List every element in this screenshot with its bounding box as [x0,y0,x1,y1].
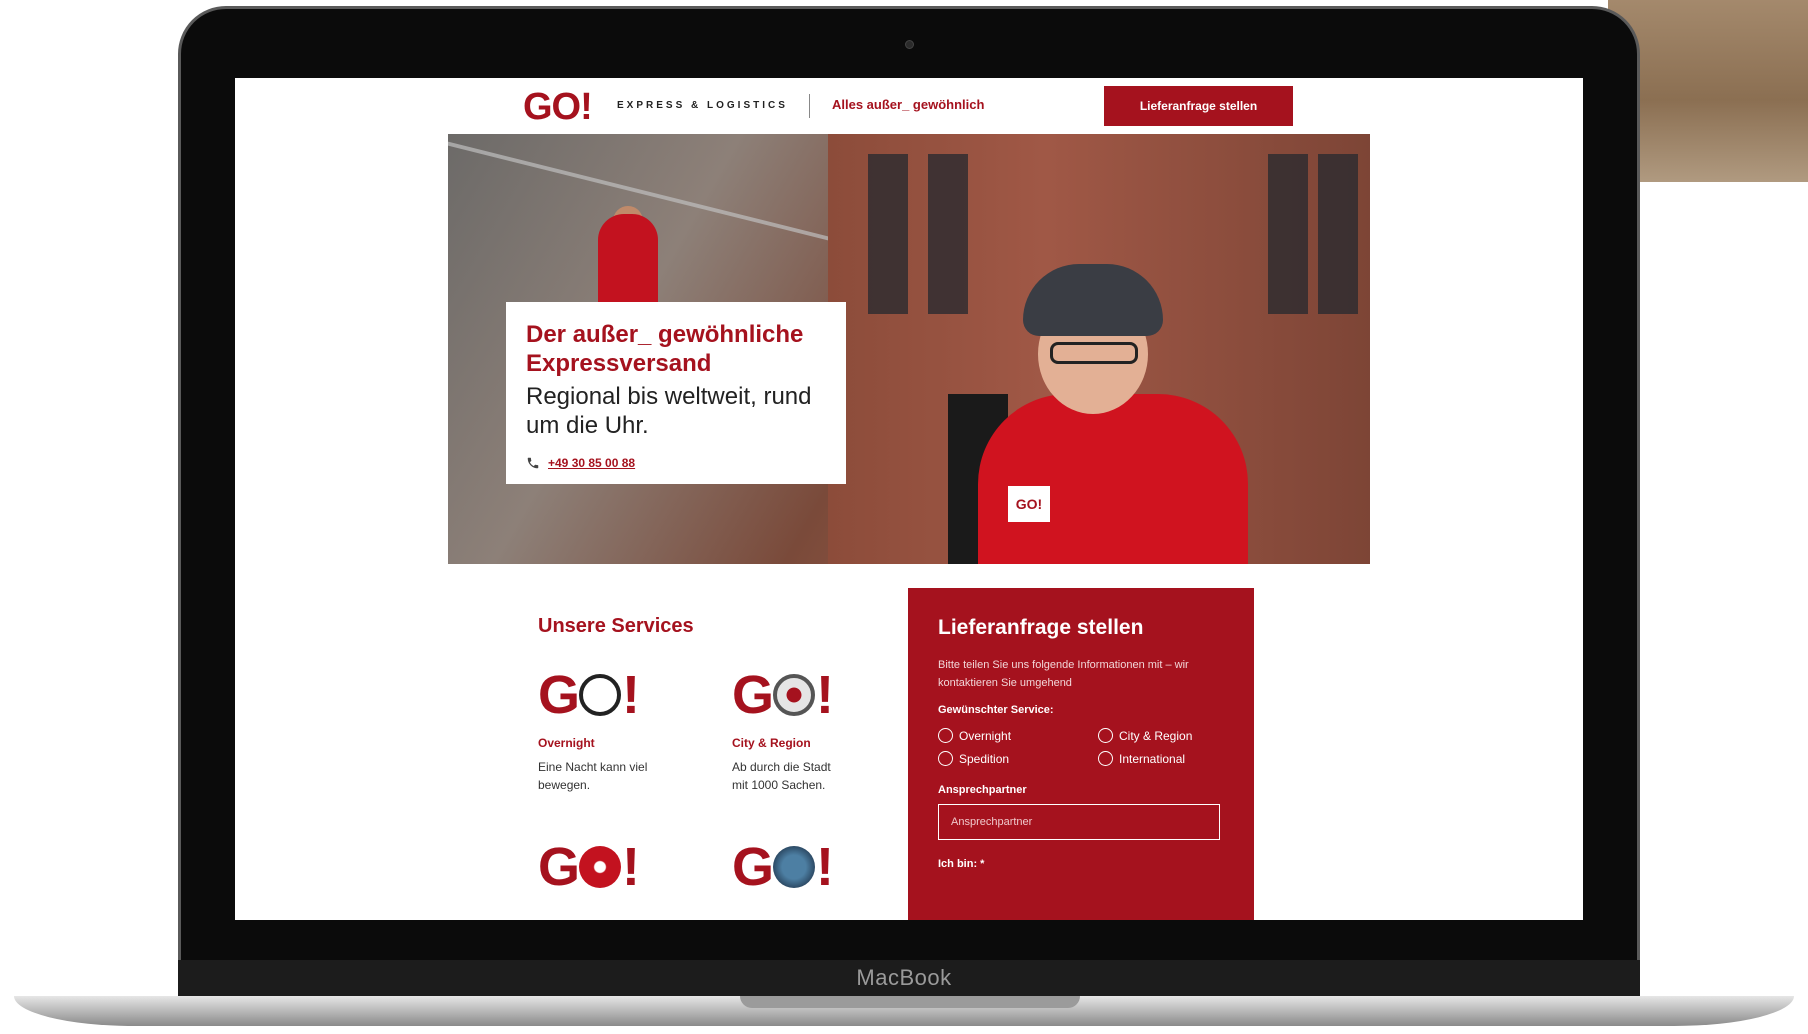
service-name: City & Region [732,736,811,750]
hero-phone-row: +49 30 85 00 88 [526,456,826,470]
glasses-icon [1050,342,1138,364]
contact-input[interactable] [938,804,1220,840]
delivery-request-form: Lieferanfrage stellen Bitte teilen Sie u… [908,588,1254,920]
service-logo: G! [732,837,834,897]
courier-jacket [978,394,1248,564]
stopwatch-icon [773,674,816,716]
header-tagline: Alles außer_ gewöhnlich [832,97,985,112]
radio-international[interactable]: International [1098,751,1258,766]
radio-circle-icon[interactable] [938,751,953,766]
go-logo[interactable]: GO! [523,86,593,129]
service-options: Overnight City & Region Spedition Intern… [938,728,1224,766]
form-intro: Bitte teilen Sie uns folgende Informatio… [938,659,1189,689]
radio-circle-icon[interactable] [1098,751,1113,766]
services-title: Unsere Services [538,615,694,637]
camera-icon [905,40,914,49]
globe-icon [773,846,816,888]
site-header: GO! EXPRESS & LOGISTICS Alles außer_ gew… [235,78,1583,134]
laptop-notch [740,996,1080,1008]
hero-title: Der außer_ gewöhnliche Expressversand [526,321,804,377]
radio-circle-icon[interactable] [938,728,953,743]
service-city-region[interactable]: G! City & Region Ab durch die Stadt mit … [732,668,902,794]
delivery-request-button[interactable]: Lieferanfrage stellen [1104,86,1293,126]
service-logo: G! [732,665,834,725]
window [1318,154,1358,314]
radio-spedition[interactable]: Spedition [938,751,1098,766]
hero-card: Der außer_ gewöhnliche Expressversand Re… [506,302,846,484]
courier-photo: GO! [948,224,1268,564]
hero-image: GO! Der außer_ gewöhnliche Expressversan… [448,134,1370,564]
service-logo: G! [538,665,640,725]
helmet-icon [1023,264,1163,336]
radio-city-region[interactable]: City & Region [1098,728,1258,743]
radio-overnight[interactable]: Overnight [938,728,1098,743]
jacket-badge: GO! [1008,486,1050,522]
service-description: Eine Nacht kann viel bewegen. [538,760,648,792]
stage: GO! EXPRESS & LOGISTICS Alles außer_ gew… [0,0,1808,1034]
contact-label: Ansprechpartner [938,784,1027,796]
service-spedition[interactable]: G! [538,840,708,894]
window [928,154,968,314]
logo-subtitle: EXPRESS & LOGISTICS [617,100,788,111]
window [868,154,908,314]
header-divider [809,94,810,118]
service-label: Gewünschter Service: [938,704,1054,716]
tire-icon [579,846,622,888]
radio-circle-icon[interactable] [1098,728,1113,743]
stopwatch-icon [579,674,622,716]
website-screen: GO! EXPRESS & LOGISTICS Alles außer_ gew… [235,78,1583,920]
service-logo: G! [538,837,640,897]
service-name: Overnight [538,736,595,750]
hero-subtitle: Regional bis weltweit, rund um die Uhr. [526,383,812,439]
service-overnight[interactable]: G! Overnight Eine Nacht kann viel bewege… [538,668,708,794]
role-label: Ich bin: * [938,858,985,870]
phone-link[interactable]: +49 30 85 00 88 [548,456,635,470]
window [1268,154,1308,314]
form-title: Lieferanfrage stellen [938,616,1144,639]
service-international[interactable]: G! [732,840,902,894]
phone-icon [526,456,540,470]
device-label: MacBook [856,965,952,990]
service-description: Ab durch die Stadt mit 1000 Sachen. [732,760,831,792]
